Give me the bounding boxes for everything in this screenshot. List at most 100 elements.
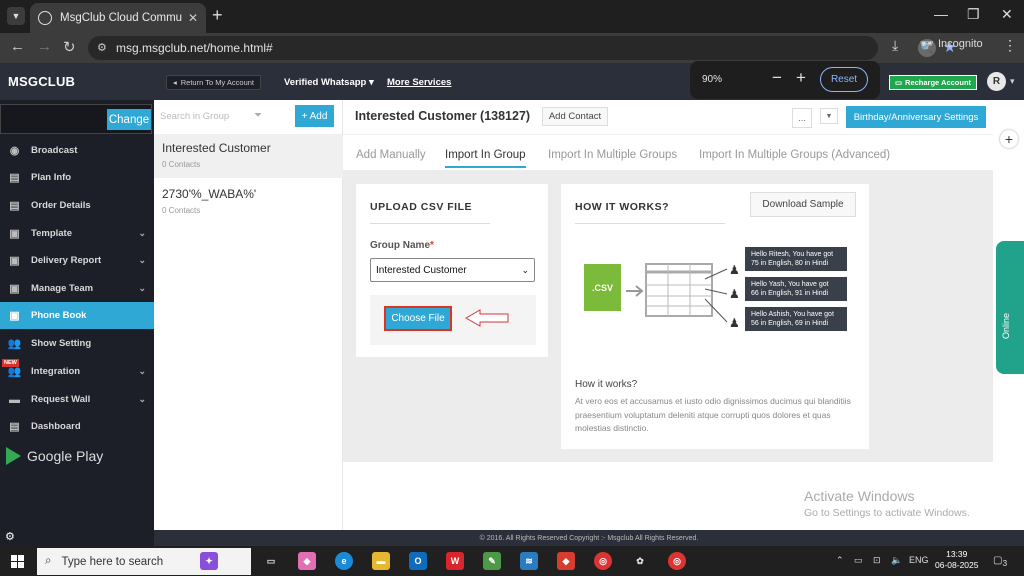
verified-whatsapp-label: Verified Whatsapp (284, 77, 367, 88)
tab-import-multiple-advanced[interactable]: Import In Multiple Groups (Advanced) (699, 149, 890, 161)
volume-icon[interactable]: 🔈 (891, 555, 902, 566)
csv-file-icon: .CSV (584, 264, 621, 311)
avatar[interactable]: R (987, 72, 1006, 91)
app-icon[interactable]: ✎ (483, 552, 501, 570)
windows-start-icon[interactable] (11, 555, 24, 568)
sidebar-item-label: Phone Book (31, 310, 87, 321)
browser-tab[interactable]: MsgClub Cloud Communicatio ✕ (30, 3, 206, 33)
network-icon[interactable]: ⊡ (873, 555, 881, 566)
google-play-link[interactable]: Google Play (6, 447, 103, 465)
message-preview: Hello Yash, You have got 66 in English, 9… (745, 277, 847, 301)
team-icon: ▣ (9, 283, 20, 295)
sidebar-item-phone-book[interactable]: ▣ Phone Book (0, 302, 154, 329)
tab-add-manually[interactable]: Add Manually (356, 149, 426, 161)
tab-import-multiple-groups[interactable]: Import In Multiple Groups (548, 149, 677, 161)
add-group-button[interactable]: + Add (295, 105, 334, 127)
chrome-icon[interactable]: ◎ (594, 552, 612, 570)
sidebar-item-dashboard[interactable]: ▤ Dashboard (0, 413, 154, 440)
divider (575, 223, 725, 224)
google-play-label: Google Play (27, 448, 104, 464)
anydesk-icon[interactable]: ◆ (557, 552, 575, 570)
filter-icon[interactable]: ⏷ (254, 110, 262, 121)
verified-whatsapp-menu[interactable]: Verified Whatsapp ▾ (284, 77, 374, 88)
chevron-down-icon: ⌄ (138, 366, 146, 376)
app-icon[interactable]: ≋ (520, 552, 538, 570)
toolbar: ← → ↻ ⚙ msg.msgclub.net/home.html# 🔍 ★ ⤓… (0, 33, 1024, 63)
dropdown-button[interactable]: ▼ (820, 108, 838, 124)
chevron-down-icon[interactable]: ▾ (1010, 76, 1015, 87)
svg-text:♟: ♟ (729, 287, 740, 301)
change-button[interactable]: Change (107, 109, 151, 130)
group-list-item[interactable]: Interested Customer 0 Contacts (154, 134, 343, 178)
sidebar-item-template[interactable]: ▣ Template ⌄ (0, 220, 154, 247)
download-icon[interactable]: ⤓ (892, 37, 898, 54)
outlook-icon[interactable]: O (409, 552, 427, 570)
more-services-link[interactable]: More Services (387, 77, 451, 88)
return-account-button[interactable]: ◂ Return To My Account (166, 75, 261, 90)
online-label: Online (1001, 312, 1011, 339)
incognito-indicator[interactable]: 🕶 Incognito (920, 37, 983, 51)
site-info-icon[interactable]: ⚙ (97, 41, 107, 54)
battery-icon[interactable]: ▭ (854, 555, 863, 566)
sidebar-item-integration[interactable]: 👥 Integration ⌄ (0, 358, 154, 385)
tab-import-in-group[interactable]: Import In Group (445, 149, 526, 168)
close-tab-icon[interactable]: ✕ (188, 11, 198, 25)
restore-button[interactable]: ❐ (967, 6, 980, 23)
wps-icon[interactable]: W (446, 552, 464, 570)
site-favicon-icon (38, 11, 52, 25)
group-name: Interested Customer (162, 141, 271, 155)
required-mark: * (430, 240, 434, 251)
language-indicator[interactable]: ENG (909, 555, 929, 565)
address-bar[interactable]: ⚙ msg.msgclub.net/home.html# 🔍 ★ (88, 36, 956, 60)
sidebar-item-plan-info[interactable]: ▤ Plan Info (0, 164, 154, 191)
sidebar-item-broadcast[interactable]: ◉ Broadcast (0, 137, 154, 164)
chevron-down-icon: ⌄ (138, 228, 146, 238)
tab-search-button[interactable]: ▼ (7, 7, 25, 25)
sidebar-item-delivery-report[interactable]: ▣ Delivery Report ⌄ (0, 247, 154, 274)
app-icon[interactable]: ◆ (298, 552, 316, 570)
chrome-icon[interactable]: ◎ (668, 552, 686, 570)
group-name-select[interactable]: Interested Customer ⌄ (370, 258, 535, 282)
birthday-settings-button[interactable]: Birthday/Anniversary Settings (846, 106, 986, 128)
group-count: 0 Contacts (162, 206, 201, 215)
clock-date: 06-08-2025 (935, 560, 979, 570)
back-icon[interactable]: ← (10, 38, 25, 55)
zoom-reset-button[interactable]: Reset (820, 67, 868, 92)
sidebar-item-request-wall[interactable]: ▬ Request Wall ⌄ (0, 386, 154, 413)
sidebar-item-manage-team[interactable]: ▣ Manage Team ⌄ (0, 275, 154, 302)
copilot-icon[interactable]: ✦ (200, 552, 218, 570)
zoom-out-button[interactable]: − (772, 68, 782, 88)
zoom-in-button[interactable]: + (796, 68, 806, 88)
sidebar-item-show-setting[interactable]: 👥 Show Setting (0, 330, 154, 357)
minimize-button[interactable]: — (934, 6, 948, 22)
reload-icon[interactable]: ↻ (63, 38, 76, 56)
activate-windows-subtitle: Go to Settings to activate Windows. (804, 507, 970, 519)
divider (370, 223, 490, 224)
edge-icon[interactable]: e (335, 552, 353, 570)
taskbar-clock[interactable]: 13:39 06-08-2025 (935, 549, 978, 571)
online-chat-tab[interactable]: Online (996, 241, 1024, 374)
app-icon[interactable]: ✿ (631, 552, 649, 570)
forward-icon[interactable]: → (37, 38, 52, 55)
chevron-up-icon[interactable]: ⌃ (836, 555, 844, 566)
file-explorer-icon[interactable]: ▬ (372, 552, 390, 570)
new-tab-button[interactable]: + (212, 5, 223, 26)
group-search-input[interactable]: Search in Group (160, 111, 229, 122)
download-sample-button[interactable]: Download Sample (750, 192, 856, 217)
sidebar-item-order-details[interactable]: ▤ Order Details (0, 192, 154, 219)
footer-copyright: © 2016. All Rights Reserved Copyright :-… (154, 530, 1024, 546)
notification-icon[interactable]: ▢3 (993, 555, 1007, 568)
task-view-icon[interactable]: ▭ (262, 552, 280, 570)
more-options-button[interactable]: ... (792, 108, 812, 128)
close-window-button[interactable]: ✕ (1001, 6, 1013, 23)
message-line: Hello Ritesh, You have got (751, 251, 834, 258)
add-widget-button[interactable]: + (1000, 130, 1018, 148)
recharge-account-button[interactable]: ▭ Recharge Account (889, 75, 977, 90)
menu-icon[interactable]: ⋮ (1003, 37, 1017, 54)
group-list-item[interactable]: 2730'%_WABA%' 0 Contacts (154, 180, 343, 224)
add-contact-button[interactable]: Add Contact (542, 107, 608, 126)
chevron-down-icon: ⌄ (521, 264, 529, 275)
choose-file-button[interactable]: Choose File (384, 306, 452, 331)
taskbar-search-input[interactable]: ⌕ Type here to search (37, 548, 251, 575)
settings-gear-icon[interactable]: ⚙ (0, 530, 154, 546)
